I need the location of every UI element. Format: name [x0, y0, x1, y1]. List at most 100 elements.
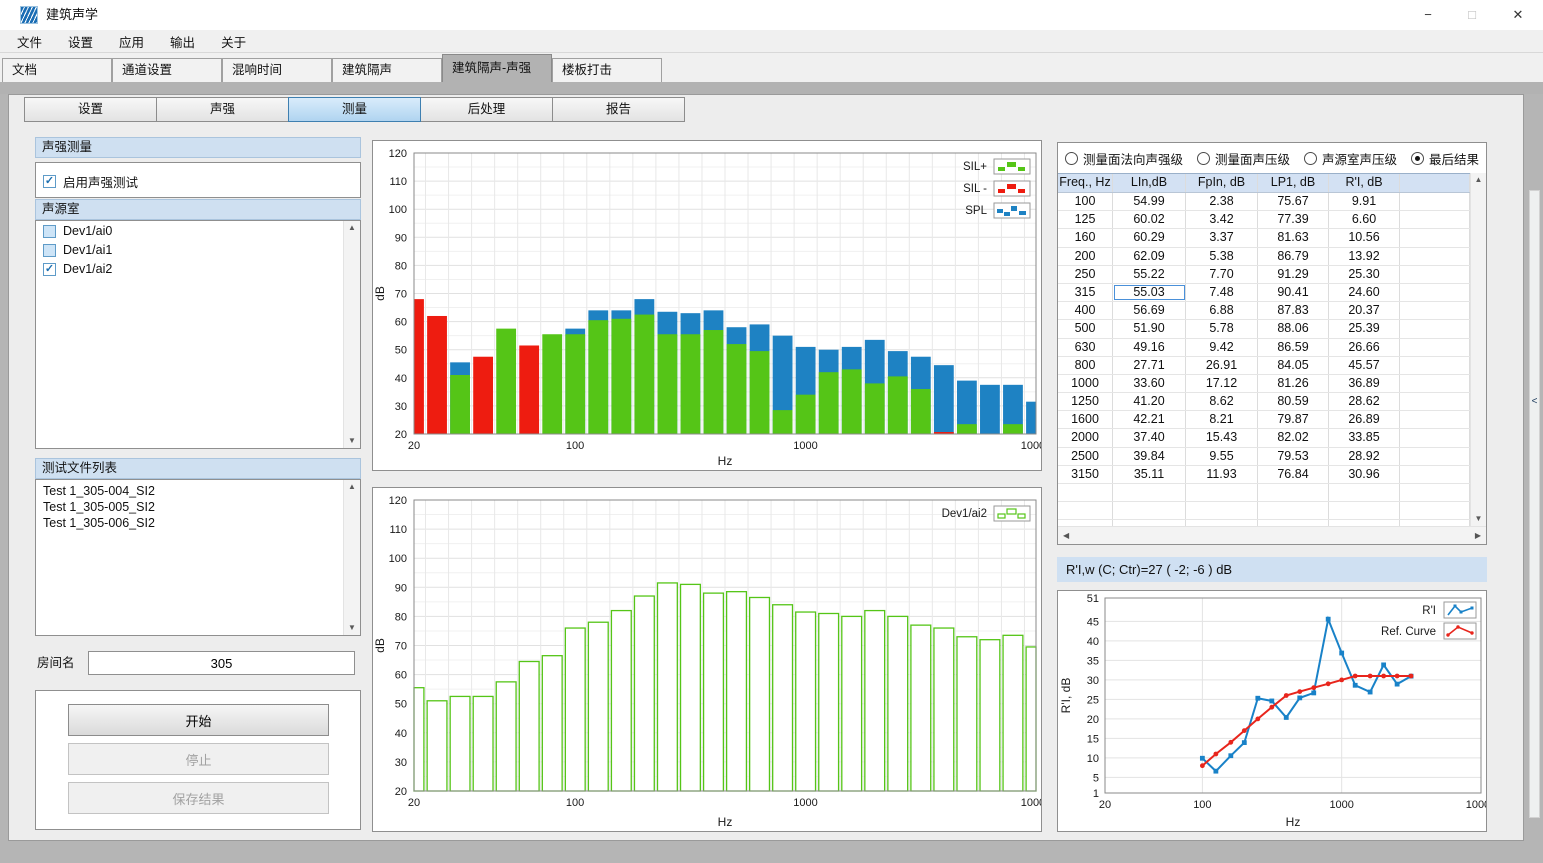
table-cell[interactable]: 62.09	[1113, 248, 1186, 265]
scroll-down-icon[interactable]: ▼	[348, 437, 356, 445]
table-cell[interactable]: 45.57	[1329, 357, 1400, 374]
action-button-1[interactable]: 停止	[68, 743, 329, 775]
table-cell[interactable]: 51.90	[1113, 320, 1186, 337]
table-cell[interactable]: 76.84	[1258, 466, 1329, 483]
minimize-button[interactable]: −	[1411, 0, 1445, 30]
table-cell[interactable]: 82.02	[1258, 429, 1329, 446]
test-file-item-1[interactable]: Test 1_305-005_SI2	[36, 499, 360, 515]
close-button[interactable]: ✕	[1501, 0, 1535, 30]
table-cell[interactable]: 33.60	[1113, 375, 1186, 392]
table-cell[interactable]: 2000	[1058, 429, 1113, 446]
table-cell[interactable]: 77.39	[1258, 211, 1329, 228]
radio-option-3[interactable]: 最后结果	[1411, 149, 1479, 168]
table-cell[interactable]: 25.30	[1329, 266, 1400, 283]
maximize-button[interactable]: □	[1455, 0, 1489, 30]
table-cell[interactable]: 75.67	[1258, 193, 1329, 210]
source-room-item-2[interactable]: ✓Dev1/ai2	[36, 259, 360, 278]
table-cell[interactable]: 250	[1058, 266, 1113, 283]
table-cell[interactable]: 800	[1058, 357, 1113, 374]
subtab-4[interactable]: 报告	[552, 97, 685, 122]
table-cell[interactable]: 6.88	[1186, 302, 1258, 319]
table-cell[interactable]: 54.99	[1113, 193, 1186, 210]
panel-collapse-handle[interactable]: <	[1529, 190, 1540, 818]
source-room-scrollbar[interactable]: ▲ ▼	[343, 221, 360, 448]
column-header-1[interactable]: LIn,dB	[1113, 174, 1186, 192]
table-cell[interactable]: 9.42	[1186, 339, 1258, 356]
table-cell[interactable]: 56.69	[1113, 302, 1186, 319]
table-cell[interactable]: 3150	[1058, 466, 1113, 483]
test-file-item-0[interactable]: Test 1_305-004_SI2	[36, 483, 360, 499]
table-cell[interactable]: 55.03	[1113, 284, 1186, 301]
action-button-2[interactable]: 保存结果	[68, 782, 329, 814]
tab-3[interactable]: 建筑隔声	[332, 58, 442, 82]
table-cell[interactable]: 28.62	[1329, 393, 1400, 410]
table-cell[interactable]: 160	[1058, 229, 1113, 246]
scroll-right-icon[interactable]: ▶	[1475, 531, 1481, 540]
table-cell[interactable]: 1250	[1058, 393, 1113, 410]
table-cell[interactable]: 55.22	[1113, 266, 1186, 283]
radio-icon[interactable]	[1065, 152, 1078, 165]
table-cell[interactable]: 5.38	[1186, 248, 1258, 265]
radio-option-0[interactable]: 测量面法向声强级	[1065, 149, 1183, 168]
tab-1[interactable]: 通道设置	[112, 58, 222, 82]
table-cell[interactable]: 81.26	[1258, 375, 1329, 392]
table-hscrollbar[interactable]: ◀ ▶	[1058, 526, 1486, 544]
table-cell[interactable]: 26.91	[1186, 357, 1258, 374]
radio-icon[interactable]	[1304, 152, 1317, 165]
scroll-up-icon[interactable]: ▲	[348, 224, 356, 232]
table-cell[interactable]: 41.20	[1113, 393, 1186, 410]
subtab-2[interactable]: 测量	[288, 97, 421, 122]
enable-intensity-checkbox-row[interactable]: ✓ 启用声强测试	[36, 163, 360, 193]
table-cell[interactable]: 88.06	[1258, 320, 1329, 337]
table-cell[interactable]: 500	[1058, 320, 1113, 337]
table-cell[interactable]: 9.91	[1329, 193, 1400, 210]
subtab-1[interactable]: 声强	[156, 97, 289, 122]
table-cell[interactable]: 91.29	[1258, 266, 1329, 283]
scroll-left-icon[interactable]: ◀	[1063, 531, 1069, 540]
table-cell[interactable]: 87.83	[1258, 302, 1329, 319]
column-header-4[interactable]: R'I, dB	[1329, 174, 1400, 192]
table-cell[interactable]: 11.93	[1186, 466, 1258, 483]
table-cell[interactable]: 6.60	[1329, 211, 1400, 228]
test-file-item-2[interactable]: Test 1_305-006_SI2	[36, 515, 360, 531]
table-cell[interactable]: 37.40	[1113, 429, 1186, 446]
menu-item-3[interactable]: 输出	[157, 32, 208, 51]
table-cell[interactable]: 27.71	[1113, 357, 1186, 374]
table-cell[interactable]: 36.89	[1329, 375, 1400, 392]
table-cell[interactable]: 400	[1058, 302, 1113, 319]
table-cell[interactable]: 26.89	[1329, 411, 1400, 428]
scroll-down-icon[interactable]: ▼	[1475, 515, 1483, 523]
table-vscrollbar[interactable]: ▲ ▼	[1470, 173, 1486, 526]
table-cell[interactable]: 3.37	[1186, 229, 1258, 246]
table-cell[interactable]: 100	[1058, 193, 1113, 210]
table-cell[interactable]: 60.29	[1113, 229, 1186, 246]
table-cell[interactable]: 5.78	[1186, 320, 1258, 337]
table-cell[interactable]: 17.12	[1186, 375, 1258, 392]
table-cell[interactable]: 10.56	[1329, 229, 1400, 246]
menu-item-4[interactable]: 关于	[208, 32, 259, 51]
table-cell[interactable]: 86.79	[1258, 248, 1329, 265]
action-button-0[interactable]: 开始	[68, 704, 329, 736]
room-name-input[interactable]	[88, 651, 355, 675]
scroll-up-icon[interactable]: ▲	[1475, 176, 1483, 184]
table-cell[interactable]: 84.05	[1258, 357, 1329, 374]
column-header-3[interactable]: LP1, dB	[1258, 174, 1329, 192]
table-cell[interactable]: 9.55	[1186, 448, 1258, 465]
tab-0[interactable]: 文档	[2, 58, 112, 82]
menu-item-2[interactable]: 应用	[106, 32, 157, 51]
table-cell[interactable]: 630	[1058, 339, 1113, 356]
table-cell[interactable]: 49.16	[1113, 339, 1186, 356]
table-cell[interactable]: 7.48	[1186, 284, 1258, 301]
table-cell[interactable]: 28.92	[1329, 448, 1400, 465]
table-cell[interactable]: 2.38	[1186, 193, 1258, 210]
tab-2[interactable]: 混响时间	[222, 58, 332, 82]
radio-icon[interactable]	[1197, 152, 1210, 165]
table-cell[interactable]: 80.59	[1258, 393, 1329, 410]
table-cell[interactable]: 60.02	[1113, 211, 1186, 228]
table-cell[interactable]: 33.85	[1329, 429, 1400, 446]
scroll-up-icon[interactable]: ▲	[348, 483, 356, 491]
table-cell[interactable]: 30.96	[1329, 466, 1400, 483]
radio-option-2[interactable]: 声源室声压级	[1304, 149, 1397, 168]
test-file-scrollbar[interactable]: ▲ ▼	[343, 480, 360, 635]
table-cell[interactable]: 81.63	[1258, 229, 1329, 246]
